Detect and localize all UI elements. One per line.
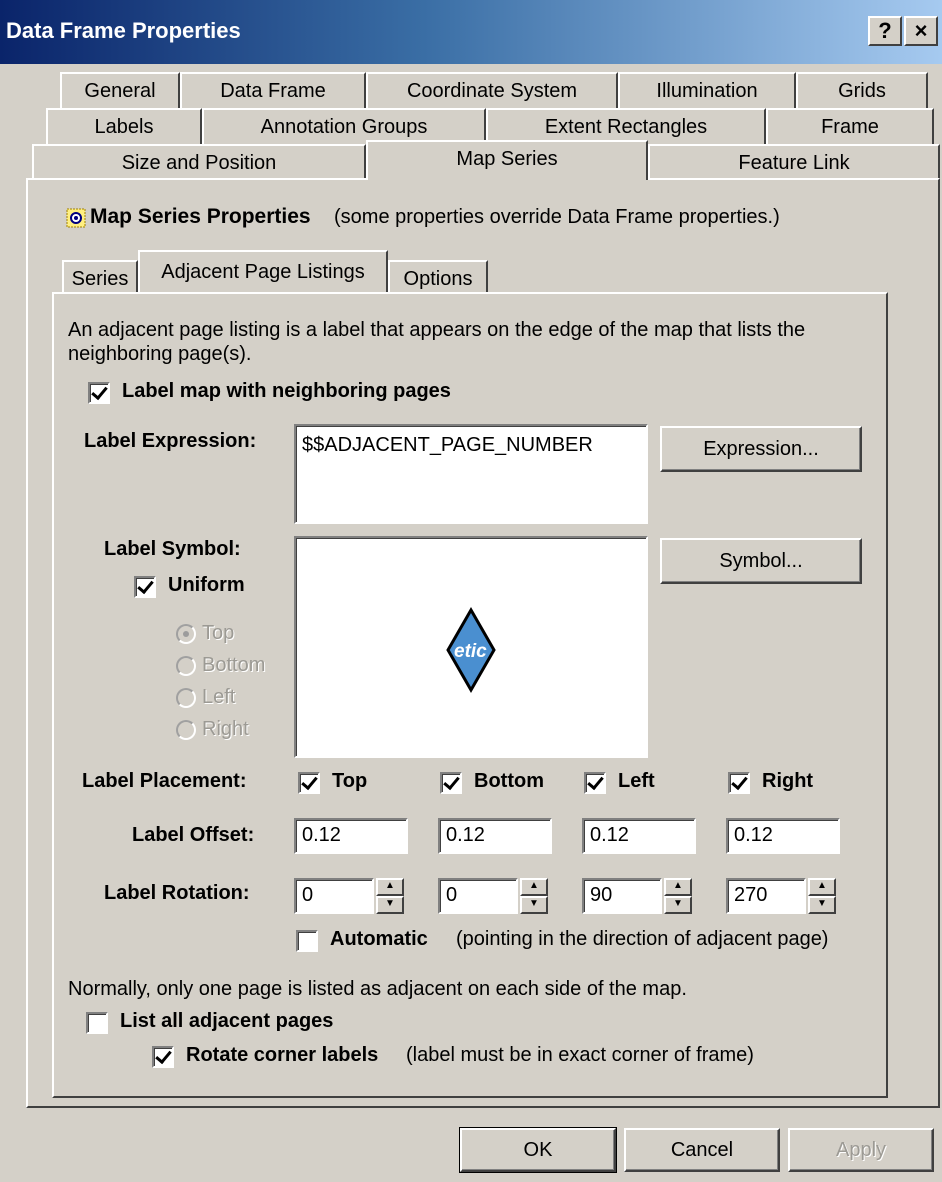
rotation-right-input[interactable]: 270 <box>726 878 806 914</box>
tab-map-series[interactable]: Map Series <box>366 140 648 180</box>
tab-row-2: Labels Annotation Groups Extent Rectangl… <box>0 108 942 144</box>
title-bar[interactable]: Data Frame Properties ? × <box>0 0 942 64</box>
tab-row-3: Size and Position Map Series Feature Lin… <box>0 140 942 180</box>
tab-frame[interactable]: Frame <box>766 108 934 144</box>
list-all-label: List all adjacent pages <box>120 1010 334 1032</box>
radio-top[interactable] <box>176 624 196 644</box>
rotation-top-input[interactable]: 0 <box>294 878 374 914</box>
symbol-diamond-icon: etic <box>446 606 496 694</box>
placement-top-label: Top <box>332 770 368 792</box>
tab-grids[interactable]: Grids <box>796 72 928 108</box>
uniform-label: Uniform <box>168 574 245 596</box>
spin-up-icon[interactable]: ▲ <box>520 878 548 896</box>
rotate-corner-label: Rotate corner labels <box>186 1044 379 1066</box>
placement-bottom-label: Bottom <box>474 770 544 792</box>
label-expression-label: Label Expression: <box>84 430 257 452</box>
offset-bottom-input[interactable]: 0.12 <box>438 818 552 854</box>
apply-button[interactable]: Apply <box>788 1128 934 1172</box>
tab-coordinate-system[interactable]: Coordinate System <box>366 72 618 108</box>
tab-data-frame[interactable]: Data Frame <box>180 72 366 108</box>
offset-right-input[interactable]: 0.12 <box>726 818 840 854</box>
automatic-checkbox[interactable] <box>296 930 318 952</box>
normally-text: Normally, only one page is listed as adj… <box>68 978 687 1000</box>
spin-down-icon[interactable]: ▼ <box>664 896 692 914</box>
symbol-preview: etic <box>294 536 648 758</box>
label-offset-label: Label Offset: <box>132 824 255 846</box>
map-series-heading-note: (some properties override Data Frame pro… <box>334 206 780 228</box>
placement-right-label: Right <box>762 770 814 792</box>
radio-top-label: Top <box>202 622 235 644</box>
tab-size-and-position[interactable]: Size and Position <box>32 144 366 180</box>
label-expression-field[interactable]: $$ADJACENT_PAGE_NUMBER <box>294 424 648 524</box>
rotation-right-spinner[interactable]: ▲ ▼ <box>808 878 836 914</box>
tab-row-1: General Data Frame Coordinate System Ill… <box>0 72 942 108</box>
radio-left[interactable] <box>176 688 196 708</box>
placement-top-checkbox[interactable] <box>298 772 320 794</box>
rotation-bottom-spinner[interactable]: ▲ ▼ <box>520 878 548 914</box>
adjacent-page-listings-panel: An adjacent page listing is a label that… <box>52 292 888 1098</box>
radio-right[interactable] <box>176 720 196 740</box>
rotation-left-input[interactable]: 90 <box>582 878 662 914</box>
placement-left-checkbox[interactable] <box>584 772 606 794</box>
ok-button[interactable]: OK <box>459 1127 617 1173</box>
subtab-adjacent-page-listings[interactable]: Adjacent Page Listings <box>138 250 388 292</box>
tab-general[interactable]: General <box>60 72 180 108</box>
radio-bottom-label: Bottom <box>202 654 266 676</box>
list-all-checkbox[interactable] <box>86 1012 108 1034</box>
label-map-checkbox-label: Label map with neighboring pages <box>122 380 451 402</box>
spin-up-icon[interactable]: ▲ <box>808 878 836 896</box>
subtab-options[interactable]: Options <box>388 260 488 294</box>
spin-down-icon[interactable]: ▼ <box>520 896 548 914</box>
label-rotation-label: Label Rotation: <box>104 882 250 904</box>
radio-right-label: Right <box>202 718 249 740</box>
tab-feature-link[interactable]: Feature Link <box>648 144 940 180</box>
tab-labels[interactable]: Labels <box>46 108 202 144</box>
map-series-heading: Map Series Properties <box>90 205 311 228</box>
rotate-corner-note: (label must be in exact corner of frame) <box>406 1044 754 1066</box>
automatic-label: Automatic <box>330 928 428 950</box>
dialog-window: Data Frame Properties ? × General Data F… <box>0 0 942 1182</box>
automatic-note: (pointing in the direction of adjacent p… <box>456 928 829 950</box>
radio-bottom[interactable] <box>176 656 196 676</box>
tab-illumination[interactable]: Illumination <box>618 72 796 108</box>
rotation-left-spinner[interactable]: ▲ ▼ <box>664 878 692 914</box>
label-placement-label: Label Placement: <box>82 770 247 792</box>
map-series-icon <box>66 208 86 228</box>
label-map-checkbox[interactable] <box>88 382 110 404</box>
offset-left-input[interactable]: 0.12 <box>582 818 696 854</box>
rotation-top-spinner[interactable]: ▲ ▼ <box>376 878 404 914</box>
spin-up-icon[interactable]: ▲ <box>376 878 404 896</box>
map-series-panel: Map Series Properties (some properties o… <box>26 178 940 1108</box>
placement-bottom-checkbox[interactable] <box>440 772 462 794</box>
expression-button[interactable]: Expression... <box>660 426 862 472</box>
radio-left-label: Left <box>202 686 236 708</box>
symbol-preview-text: etic <box>454 641 487 662</box>
symbol-button[interactable]: Symbol... <box>660 538 862 584</box>
window-title: Data Frame Properties <box>6 18 241 43</box>
tab-extent-rectangles[interactable]: Extent Rectangles <box>486 108 766 144</box>
help-button[interactable]: ? <box>868 16 902 46</box>
rotate-corner-checkbox[interactable] <box>152 1046 174 1068</box>
offset-top-input[interactable]: 0.12 <box>294 818 408 854</box>
spin-down-icon[interactable]: ▼ <box>376 896 404 914</box>
close-button[interactable]: × <box>904 16 938 46</box>
subtab-series[interactable]: Series <box>62 260 138 294</box>
cancel-button[interactable]: Cancel <box>624 1128 780 1172</box>
label-symbol-label: Label Symbol: <box>104 538 241 560</box>
placement-left-label: Left <box>618 770 655 792</box>
placement-right-checkbox[interactable] <box>728 772 750 794</box>
spin-down-icon[interactable]: ▼ <box>808 896 836 914</box>
tab-annotation-groups[interactable]: Annotation Groups <box>202 108 486 144</box>
spin-up-icon[interactable]: ▲ <box>664 878 692 896</box>
uniform-checkbox[interactable] <box>134 576 156 598</box>
rotation-bottom-input[interactable]: 0 <box>438 878 518 914</box>
description-text: An adjacent page listing is a label that… <box>68 319 806 365</box>
